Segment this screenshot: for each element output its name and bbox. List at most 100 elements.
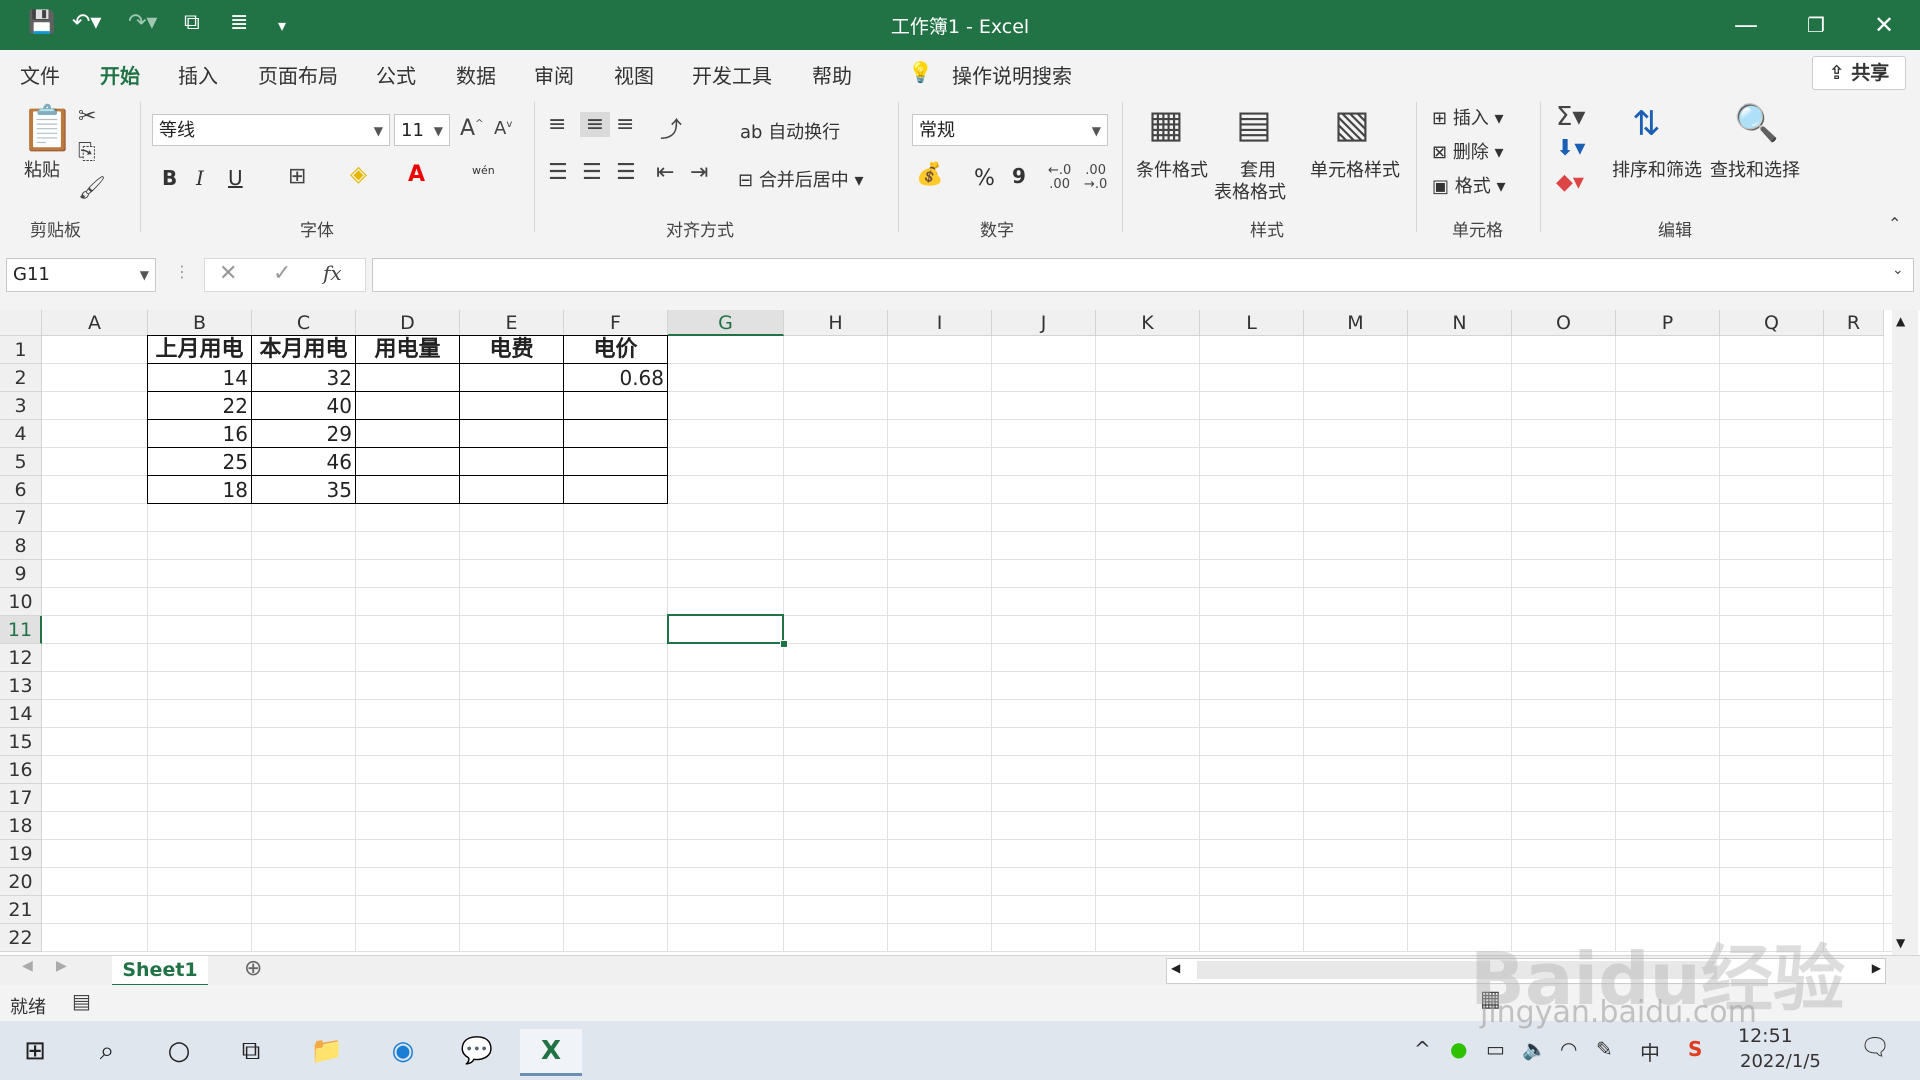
close-button[interactable]: ✕ bbox=[1856, 6, 1912, 44]
decrease-decimal-icon[interactable]: .00 →.0 bbox=[1084, 164, 1107, 192]
battery-icon[interactable]: ▭ bbox=[1486, 1037, 1505, 1061]
column-header[interactable]: I bbox=[888, 310, 992, 336]
accounting-icon[interactable]: 💰 bbox=[916, 162, 943, 187]
table-cell[interactable] bbox=[355, 475, 460, 504]
borders-icon[interactable]: ⊞ bbox=[288, 164, 306, 189]
table-header-cell[interactable]: 电费 bbox=[459, 335, 564, 364]
clock-date[interactable]: 2022/1/5 bbox=[1740, 1051, 1821, 1072]
pen-icon[interactable]: ✎ bbox=[1596, 1037, 1613, 1061]
fill-color-icon[interactable]: ◈ bbox=[350, 162, 367, 187]
column-header[interactable]: K bbox=[1096, 310, 1200, 336]
table-cell[interactable] bbox=[459, 363, 564, 392]
fill-icon[interactable]: ⬇▾ bbox=[1556, 136, 1585, 161]
table-cell[interactable]: 25 bbox=[147, 447, 252, 476]
sheet-tab[interactable]: Sheet1 bbox=[112, 956, 208, 987]
tab-formulas[interactable]: 公式 bbox=[376, 60, 416, 89]
tab-developer[interactable]: 开发工具 bbox=[692, 60, 772, 89]
table-cell[interactable]: 29 bbox=[251, 419, 356, 448]
column-header[interactable]: G bbox=[668, 310, 784, 336]
row-header[interactable]: 21 bbox=[0, 896, 42, 924]
formula-input[interactable] bbox=[372, 258, 1914, 292]
column-header[interactable]: J bbox=[992, 310, 1096, 336]
tab-review[interactable]: 审阅 bbox=[534, 60, 574, 89]
format-cells-button[interactable]: ▣ 格式 ▾ bbox=[1432, 172, 1506, 198]
sogou-icon[interactable]: S bbox=[1688, 1037, 1702, 1061]
table-header-cell[interactable]: 电价 bbox=[563, 335, 668, 364]
column-header[interactable]: L bbox=[1200, 310, 1304, 336]
delete-cells-button[interactable]: ⊠ 删除 ▾ bbox=[1432, 138, 1504, 164]
table-cell[interactable] bbox=[459, 391, 564, 420]
cancel-icon[interactable]: ✕ bbox=[219, 261, 237, 286]
column-header[interactable]: B bbox=[148, 310, 252, 336]
row-header[interactable]: 17 bbox=[0, 784, 42, 812]
bold-button[interactable]: B bbox=[162, 166, 177, 190]
table-cell[interactable]: 18 bbox=[147, 475, 252, 504]
comma-button[interactable]: 9 bbox=[1012, 164, 1026, 188]
row-header[interactable]: 16 bbox=[0, 756, 42, 784]
row-header[interactable]: 7 bbox=[0, 504, 42, 532]
wechat-icon[interactable]: 💬 bbox=[446, 1029, 508, 1073]
table-header-cell[interactable]: 用电量 bbox=[355, 335, 460, 364]
tab-page-layout[interactable]: 页面布局 bbox=[258, 60, 338, 89]
search-icon[interactable]: ⌕ bbox=[76, 1029, 138, 1073]
tab-help[interactable]: 帮助 bbox=[812, 60, 852, 89]
restore-button[interactable]: ❐ bbox=[1788, 6, 1844, 44]
cut-icon[interactable]: ✂ bbox=[78, 104, 96, 129]
select-all-corner[interactable] bbox=[0, 310, 42, 336]
decrease-indent-icon[interactable]: ⇤ bbox=[656, 160, 674, 185]
table-cell[interactable]: 40 bbox=[251, 391, 356, 420]
table-cell[interactable] bbox=[563, 419, 668, 448]
wechat-tray-icon[interactable]: ● bbox=[1450, 1037, 1467, 1061]
notification-icon[interactable]: 🗨 bbox=[1860, 1033, 1890, 1061]
table-cell[interactable]: 22 bbox=[147, 391, 252, 420]
conditional-formatting-icon[interactable]: ▦ bbox=[1148, 102, 1184, 146]
table-cell[interactable]: 32 bbox=[251, 363, 356, 392]
row-header[interactable]: 5 bbox=[0, 448, 42, 476]
column-header[interactable]: H bbox=[784, 310, 888, 336]
column-header[interactable]: E bbox=[460, 310, 564, 336]
table-header-cell[interactable]: 本月用电 bbox=[251, 335, 356, 364]
row-header[interactable]: 10 bbox=[0, 588, 42, 616]
sort-filter-button[interactable]: 排序和筛选 bbox=[1612, 156, 1702, 182]
paste-icon[interactable]: 📋 bbox=[20, 102, 75, 154]
format-as-table-label2[interactable]: 表格格式 bbox=[1214, 178, 1286, 204]
row-header[interactable]: 22 bbox=[0, 924, 42, 952]
table-cell[interactable] bbox=[563, 391, 668, 420]
scroll-right-icon[interactable]: ▶ bbox=[1872, 961, 1881, 975]
table-cell[interactable] bbox=[459, 419, 564, 448]
enter-icon[interactable]: ✓ bbox=[273, 261, 291, 286]
tab-view[interactable]: 视图 bbox=[614, 60, 654, 89]
row-header[interactable]: 4 bbox=[0, 420, 42, 448]
table-cell[interactable] bbox=[563, 447, 668, 476]
prev-sheet-icon[interactable]: ◀ bbox=[22, 958, 33, 974]
format-painter-icon[interactable]: 🖌 bbox=[78, 176, 106, 201]
scroll-down-icon[interactable]: ▼ bbox=[1896, 936, 1905, 950]
scroll-left-icon[interactable]: ◀ bbox=[1171, 961, 1180, 975]
row-header[interactable]: 19 bbox=[0, 840, 42, 868]
cell-styles-button[interactable]: 单元格样式 bbox=[1310, 156, 1400, 182]
orientation-icon[interactable]: ⤴ bbox=[660, 112, 682, 144]
table-cell[interactable] bbox=[459, 475, 564, 504]
start-icon[interactable]: ⊞ bbox=[4, 1029, 66, 1073]
tab-file[interactable]: 文件 bbox=[20, 60, 60, 89]
table-cell[interactable] bbox=[563, 475, 668, 504]
increase-indent-icon[interactable]: ⇥ bbox=[690, 160, 708, 185]
paste-label[interactable]: 粘贴 bbox=[24, 156, 60, 182]
row-header[interactable]: 9 bbox=[0, 560, 42, 588]
minimize-button[interactable]: — bbox=[1718, 6, 1774, 44]
excel-taskbar-icon[interactable]: X bbox=[520, 1029, 582, 1076]
conditional-formatting-button[interactable]: 条件格式 bbox=[1136, 156, 1208, 182]
column-header[interactable]: O bbox=[1512, 310, 1616, 336]
vertical-scrollbar[interactable]: ▲ ▼ bbox=[1892, 310, 1918, 955]
align-top-icon[interactable]: ≡ bbox=[548, 112, 566, 137]
column-header[interactable]: Q bbox=[1720, 310, 1824, 336]
copy-icon[interactable]: ⎘ bbox=[78, 140, 96, 165]
font-color-icon[interactable]: A bbox=[408, 162, 425, 187]
increase-font-icon[interactable]: A^ bbox=[460, 116, 483, 141]
merge-center-button[interactable]: ⊟ 合并后居中 ▾ bbox=[738, 166, 864, 192]
edge-icon[interactable]: ◉ bbox=[372, 1029, 434, 1073]
autosum-icon[interactable]: Σ▾ bbox=[1556, 102, 1585, 132]
table-cell[interactable] bbox=[355, 391, 460, 420]
insert-function-icon[interactable]: fx bbox=[323, 261, 342, 285]
share-button[interactable]: ⇪ 共享 bbox=[1812, 56, 1906, 90]
